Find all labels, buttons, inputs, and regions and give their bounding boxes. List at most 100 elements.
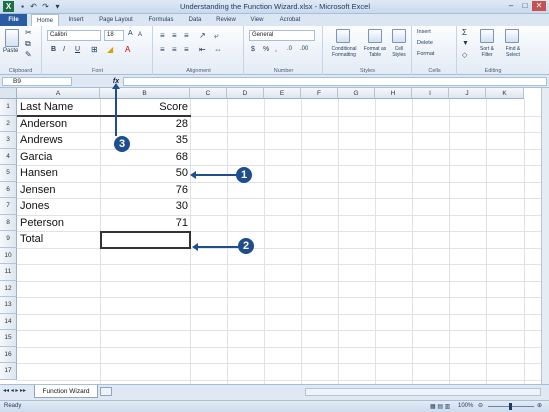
font-size-select[interactable]: 18 bbox=[104, 30, 124, 41]
row-header-15[interactable]: 15 bbox=[0, 330, 17, 347]
formula-input[interactable] bbox=[123, 77, 547, 86]
cell-A6[interactable]: Jensen bbox=[20, 184, 55, 196]
tab-review[interactable]: Review bbox=[211, 14, 241, 26]
row-header-4[interactable]: 4 bbox=[0, 148, 17, 165]
column-header-J[interactable]: J bbox=[449, 88, 486, 99]
row-header-17[interactable]: 17 bbox=[0, 363, 17, 380]
column-header-I[interactable]: I bbox=[412, 88, 449, 99]
tab-formulas[interactable]: Formulas bbox=[143, 14, 179, 26]
wrap-text-icon[interactable]: ⤶ bbox=[214, 31, 218, 41]
row-header-5[interactable]: 5 bbox=[0, 165, 17, 182]
cell-A1[interactable]: Last Name bbox=[20, 101, 73, 113]
undo-icon[interactable]: ↶ bbox=[28, 1, 39, 12]
cell-B4[interactable]: 68 bbox=[100, 151, 188, 163]
indent-icon[interactable]: ⇤ bbox=[199, 45, 206, 54]
cell-A7[interactable]: Jones bbox=[20, 200, 49, 212]
view-buttons-icon[interactable]: ▦ ▤ ▥ bbox=[430, 402, 450, 412]
font-name-select[interactable]: Calibri bbox=[47, 30, 101, 41]
sheet-nav-icons[interactable]: ◂◂ ◂ ▸ ▸▸ bbox=[3, 387, 26, 394]
grow-font-icon[interactable]: A bbox=[128, 30, 133, 37]
name-box[interactable]: B9 bbox=[2, 77, 72, 86]
underline-button[interactable]: U bbox=[75, 46, 80, 53]
tab-acrobat[interactable]: Acrobat bbox=[273, 14, 307, 26]
borders-icon[interactable]: ⊞ bbox=[91, 45, 98, 54]
format-as-table-button[interactable]: Format as Table bbox=[363, 46, 387, 58]
column-header-G[interactable]: G bbox=[338, 88, 375, 99]
align-left-icon[interactable]: ≡ bbox=[160, 45, 165, 54]
fill-icon[interactable]: ▼ bbox=[462, 40, 469, 47]
save-icon[interactable]: ▪ bbox=[17, 1, 28, 12]
align-right-icon[interactable]: ≡ bbox=[184, 45, 189, 54]
italic-button[interactable]: I bbox=[63, 46, 65, 53]
cell-styles-icon[interactable] bbox=[392, 29, 406, 43]
autosum-button[interactable]: Σ bbox=[462, 28, 467, 37]
format-as-table-icon[interactable] bbox=[368, 29, 382, 43]
column-header-A[interactable]: A bbox=[17, 88, 100, 99]
row-header-9[interactable]: 9 bbox=[0, 231, 17, 248]
bold-button[interactable]: B bbox=[51, 46, 56, 53]
conditional-formatting-icon[interactable] bbox=[336, 29, 350, 43]
row-header-2[interactable]: 2 bbox=[0, 115, 17, 132]
cell-A9[interactable]: Total bbox=[20, 233, 43, 245]
clear-icon[interactable]: ◇ bbox=[462, 51, 467, 59]
format-painter-icon[interactable]: ✎ bbox=[25, 50, 32, 59]
maximize-button[interactable]: □ bbox=[518, 1, 532, 11]
sheet-tab-function-wizard[interactable]: Function Wizard bbox=[34, 385, 98, 398]
paste-icon[interactable] bbox=[5, 29, 19, 47]
shrink-font-icon[interactable]: A bbox=[138, 32, 142, 38]
cell-A8[interactable]: Peterson bbox=[20, 217, 64, 229]
cell-B8[interactable]: 71 bbox=[100, 217, 188, 229]
cell-A2[interactable]: Anderson bbox=[20, 118, 67, 130]
row-header-13[interactable]: 13 bbox=[0, 297, 17, 314]
cut-icon[interactable]: ✂ bbox=[25, 28, 32, 37]
new-sheet-icon[interactable] bbox=[100, 387, 112, 396]
fill-color-icon[interactable]: ◢ bbox=[107, 45, 113, 54]
row-header-16[interactable]: 16 bbox=[0, 346, 17, 363]
tab-home[interactable]: Home bbox=[31, 14, 59, 26]
paste-label[interactable]: Paste bbox=[3, 48, 18, 54]
row-header-8[interactable]: 8 bbox=[0, 214, 17, 231]
cell-A3[interactable]: Andrews bbox=[20, 134, 63, 146]
font-color-icon[interactable]: A bbox=[125, 45, 130, 54]
orientation-icon[interactable]: ↗ bbox=[199, 31, 206, 40]
bottom-align-icon[interactable]: ≡ bbox=[184, 31, 189, 40]
selected-cell-B9[interactable] bbox=[100, 231, 191, 249]
copy-icon[interactable]: ⧉ bbox=[25, 39, 31, 49]
column-header-B[interactable]: B bbox=[100, 88, 190, 99]
row-header-1[interactable]: 1 bbox=[0, 99, 17, 116]
find-select-button[interactable]: Find & Select bbox=[500, 46, 526, 58]
zoom-level[interactable]: 100% bbox=[458, 401, 473, 412]
column-header-C[interactable]: C bbox=[190, 88, 227, 99]
zoom-slider-thumb[interactable] bbox=[509, 403, 512, 410]
cell-A5[interactable]: Hansen bbox=[20, 167, 58, 179]
align-center-icon[interactable]: ≡ bbox=[172, 45, 177, 54]
format-cells-button[interactable]: Format bbox=[417, 51, 434, 57]
currency-button[interactable]: $ bbox=[251, 46, 255, 53]
select-all-corner[interactable] bbox=[0, 88, 17, 99]
comma-style-icon[interactable]: , bbox=[275, 46, 277, 53]
find-select-icon[interactable] bbox=[505, 29, 519, 43]
cell-B7[interactable]: 30 bbox=[100, 200, 188, 212]
row-header-12[interactable]: 12 bbox=[0, 280, 17, 297]
row-header-10[interactable]: 10 bbox=[0, 247, 17, 264]
close-button[interactable]: ✕ bbox=[532, 1, 546, 11]
tab-page-layout[interactable]: Page Layout bbox=[93, 14, 139, 26]
column-header-H[interactable]: H bbox=[375, 88, 412, 99]
zoom-in-icon[interactable]: ⊕ bbox=[537, 401, 542, 412]
delete-cells-button[interactable]: Delete bbox=[417, 40, 433, 46]
tab-insert[interactable]: Insert bbox=[63, 14, 89, 26]
row-header-6[interactable]: 6 bbox=[0, 181, 17, 198]
middle-align-icon[interactable]: ≡ bbox=[172, 31, 177, 40]
row-header-7[interactable]: 7 bbox=[0, 198, 17, 215]
column-header-K[interactable]: K bbox=[486, 88, 524, 99]
row-header-14[interactable]: 14 bbox=[0, 313, 17, 330]
zoom-out-icon[interactable]: ⊖ bbox=[478, 401, 483, 412]
column-header-D[interactable]: D bbox=[227, 88, 264, 99]
customize-qat-icon[interactable]: ▾ bbox=[52, 1, 63, 12]
sort-filter-button[interactable]: Sort & Filter bbox=[475, 46, 499, 58]
percent-button[interactable]: % bbox=[263, 46, 269, 53]
sort-filter-icon[interactable] bbox=[480, 29, 494, 43]
conditional-formatting-button[interactable]: Conditional Formatting bbox=[325, 46, 363, 58]
tab-file[interactable]: File bbox=[0, 14, 27, 26]
cell-A4[interactable]: Garcia bbox=[20, 151, 52, 163]
